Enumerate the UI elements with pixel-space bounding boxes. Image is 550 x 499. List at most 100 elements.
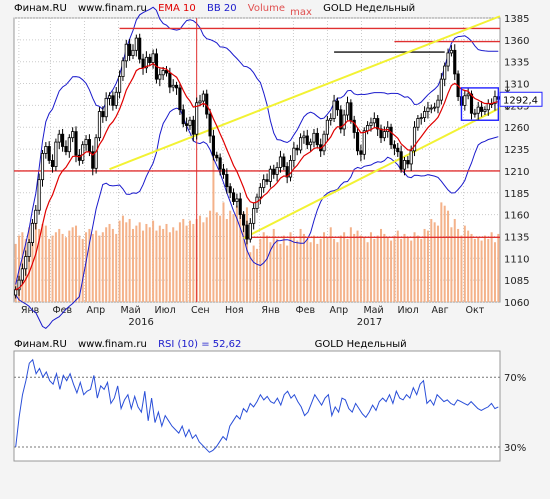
candle-body: [57, 133, 61, 143]
volume-bar: [363, 237, 366, 302]
volume-bar: [373, 238, 376, 302]
candle-body: [453, 49, 457, 75]
volume-bar: [299, 228, 302, 302]
candle-body: [24, 256, 28, 270]
candle-body: [268, 168, 272, 182]
candle-body: [121, 60, 125, 77]
candle-body: [372, 118, 376, 124]
candle-body: [205, 93, 209, 115]
volume-bar: [61, 233, 64, 302]
volume-bar: [460, 235, 463, 302]
candle-body: [191, 119, 195, 135]
y-tick-label: 1085: [504, 276, 529, 287]
volume-bar: [219, 215, 222, 302]
volume-bar: [209, 210, 212, 302]
volume-bar: [259, 238, 262, 302]
candle-body: [211, 135, 216, 156]
volume-bar: [255, 248, 259, 302]
volume-bar: [390, 240, 393, 302]
candle-body: [329, 118, 333, 121]
volume-bar: [383, 233, 386, 302]
candle-body: [479, 106, 484, 112]
volume-bar: [34, 218, 37, 302]
volume-bar: [229, 210, 232, 302]
candle-body: [295, 147, 299, 151]
volume-bar: [380, 228, 383, 302]
candle-body: [61, 133, 65, 147]
rsi-tick-label: 30%: [504, 443, 526, 454]
candle-body: [40, 153, 45, 181]
volume-bar: [420, 238, 423, 302]
candle-body: [114, 91, 118, 106]
candle-body: [27, 242, 31, 257]
volume-bar: [249, 252, 252, 302]
volume-bar: [316, 243, 319, 302]
candle-body: [433, 106, 437, 109]
volume-bar: [490, 232, 493, 302]
volume-bar: [312, 235, 315, 302]
y-tick-label: 1360: [504, 36, 529, 47]
candle-body: [225, 174, 229, 188]
x-tick-label: Фев: [295, 305, 315, 316]
volume-bar: [286, 245, 289, 302]
volume-bar: [369, 232, 372, 302]
volume-bar: [48, 238, 51, 302]
candle-body: [124, 43, 128, 62]
x-tick-label: Май: [120, 305, 140, 316]
volume-bar: [98, 235, 101, 302]
volume-bar: [366, 242, 369, 302]
volume-bar: [222, 202, 225, 302]
volume-bar: [101, 232, 104, 302]
candle-body: [469, 93, 474, 114]
volume-bar: [413, 232, 416, 302]
volume-bar: [68, 230, 71, 302]
volume-bar: [276, 238, 279, 302]
volume-bar: [289, 232, 292, 302]
x-tick-label: Янв: [261, 305, 280, 316]
volume-bar: [108, 223, 111, 302]
volume-bar: [433, 222, 436, 302]
candle-body: [265, 179, 269, 182]
y-tick-label: 1110: [504, 254, 529, 265]
volume-bar: [279, 243, 282, 302]
candle-body: [174, 84, 179, 89]
candle-body: [409, 150, 413, 165]
volume-bar: [199, 215, 202, 302]
candle-body: [141, 58, 145, 69]
volume-bar: [115, 233, 118, 302]
candle-body: [473, 112, 477, 115]
rsi-plot-area: [13, 350, 501, 462]
year-label: 2016: [128, 317, 153, 328]
volume-bar: [131, 228, 134, 302]
candle-body: [44, 146, 48, 154]
y-tick-label: 1385: [504, 14, 529, 25]
candle-body: [483, 109, 487, 112]
candle-body: [325, 119, 329, 135]
price-chart: 1385136013351310128512601235121011851160…: [13, 6, 543, 330]
candle-body: [486, 103, 490, 111]
volume-bar: [135, 225, 138, 302]
candle-body: [396, 147, 400, 153]
candle-body: [355, 132, 360, 152]
y-tick-label: 1210: [504, 167, 529, 178]
volume-bar: [333, 238, 336, 302]
candle-body: [349, 102, 353, 121]
candle-body: [34, 209, 38, 224]
x-tick-label: Июл: [398, 305, 419, 316]
candle-body: [87, 139, 91, 153]
year-label: 2017: [357, 317, 382, 328]
y-tick-label: 1060: [504, 298, 529, 309]
candle-body: [298, 137, 303, 151]
candle-body: [476, 106, 480, 114]
volume-bar: [282, 235, 285, 302]
volume-bar: [319, 238, 322, 302]
volume-bar: [121, 215, 124, 302]
volume-bar: [386, 237, 389, 302]
volume-bar: [125, 222, 128, 302]
y-tick-label: 1160: [504, 211, 529, 222]
volume-bar: [440, 202, 443, 302]
candle-body: [369, 122, 373, 126]
volume-bar: [128, 218, 131, 302]
volume-bar: [376, 235, 379, 302]
candle-body: [215, 154, 219, 159]
